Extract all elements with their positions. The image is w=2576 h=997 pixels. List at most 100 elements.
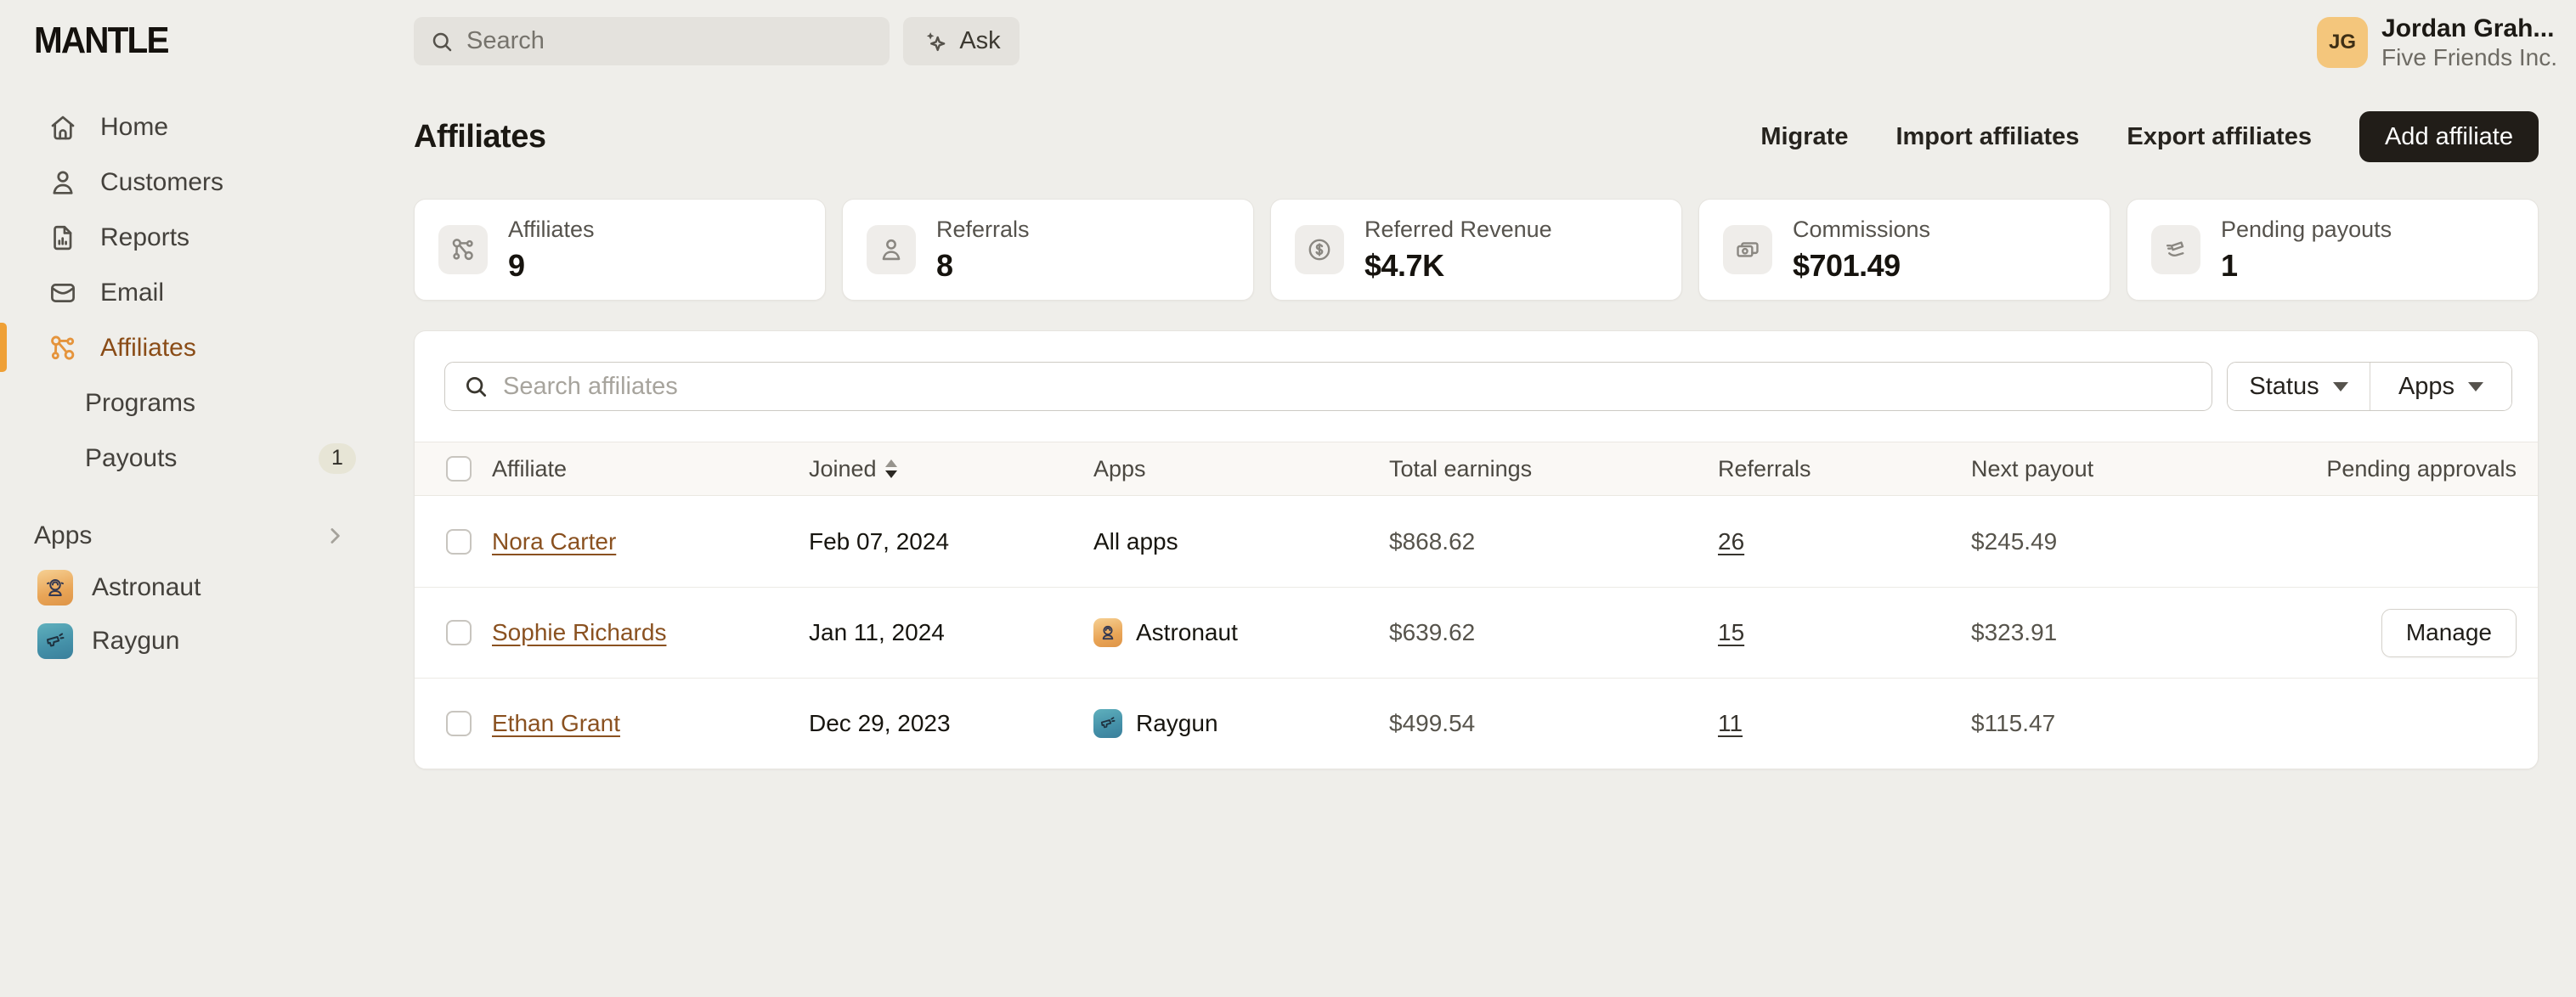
add-affiliate-button[interactable]: Add affiliate xyxy=(2359,111,2539,162)
mail-icon xyxy=(48,278,78,308)
mantle-logo: MANTLE xyxy=(34,20,168,62)
manage-button[interactable]: Manage xyxy=(2381,609,2517,657)
affiliate-name-link[interactable]: Ethan Grant xyxy=(492,710,620,737)
next-payout-cell: $245.49 xyxy=(1971,528,2226,555)
chevron-right-icon xyxy=(322,523,347,549)
column-header-next-payout[interactable]: Next payout xyxy=(1971,456,2226,482)
apps-cell: All apps xyxy=(1093,528,1389,555)
column-header-referrals[interactable]: Referrals xyxy=(1718,456,1971,482)
referrals-link[interactable]: 15 xyxy=(1718,619,1744,646)
home-icon xyxy=(48,112,78,143)
user-menu[interactable]: JG Jordan Grah... Five Friends Inc. xyxy=(2317,14,2557,71)
joined-date: Dec 29, 2023 xyxy=(809,710,1093,737)
column-header-joined[interactable]: Joined xyxy=(809,456,1093,482)
page-title: Affiliates xyxy=(414,119,545,155)
stat-card-pending-payouts: Pending payouts 1 xyxy=(2127,199,2539,301)
column-header-total-earnings[interactable]: Total earnings xyxy=(1389,456,1718,482)
sidebar-item-payouts[interactable]: Payouts 1 xyxy=(0,431,414,486)
main-content: Affiliates Migrate Import affiliates Exp… xyxy=(414,82,2576,769)
sidebar-item-home[interactable]: Home xyxy=(0,99,414,155)
search-icon xyxy=(429,29,455,54)
table-row: Ethan Grant Dec 29, 2023 Raygun $499.54 … xyxy=(415,678,2538,769)
table-row: Sophie Richards Jan 11, 2024 Astronaut $… xyxy=(415,587,2538,678)
stat-value: 1 xyxy=(2221,248,2392,284)
stat-card-referrals: Referrals 8 xyxy=(842,199,1254,301)
user-name: Jordan Grah... xyxy=(2381,14,2557,44)
chevron-down-icon xyxy=(2333,382,2348,391)
ask-button[interactable]: Ask xyxy=(903,17,1020,65)
sidebar-apps-header[interactable]: Apps xyxy=(0,511,414,560)
topbar: MANTLE Ask JG Jordan Grah... Five xyxy=(0,0,2576,82)
total-earnings-cell: $639.62 xyxy=(1389,619,1718,646)
stat-label: Pending payouts xyxy=(2221,217,2392,243)
sidebar-app-raygun[interactable]: Raygun xyxy=(0,614,414,667)
affiliate-name-link[interactable]: Sophie Richards xyxy=(492,619,666,646)
status-filter-dropdown[interactable]: Status xyxy=(2228,363,2370,410)
sidebar-item-label: Reports xyxy=(100,223,189,252)
sidebar-item-label: Customers xyxy=(100,168,223,197)
column-header-apps[interactable]: Apps xyxy=(1093,456,1389,482)
column-header-pending-approvals[interactable]: Pending approvals xyxy=(2226,456,2517,482)
global-search[interactable] xyxy=(414,17,890,65)
sort-icon xyxy=(885,459,897,478)
affiliates-network-icon xyxy=(438,225,488,274)
referrals-link[interactable]: 11 xyxy=(1718,710,1743,737)
select-all-checkbox[interactable] xyxy=(446,456,472,482)
stat-value: 9 xyxy=(508,248,595,284)
stat-value: $4.7K xyxy=(1364,248,1552,284)
sidebar-item-label: Email xyxy=(100,279,164,307)
sidebar-item-customers[interactable]: Customers xyxy=(0,155,414,210)
sidebar-item-reports[interactable]: Reports xyxy=(0,210,414,265)
sparkle-icon xyxy=(922,28,949,55)
global-search-input[interactable] xyxy=(466,27,874,55)
migrate-button[interactable]: Migrate xyxy=(1760,123,1848,151)
next-payout-cell: $115.47 xyxy=(1971,710,2226,737)
total-earnings-cell: $868.62 xyxy=(1389,528,1718,555)
row-checkbox[interactable] xyxy=(446,711,472,736)
apps-filter-dropdown[interactable]: Apps xyxy=(2370,363,2511,410)
astronaut-app-icon xyxy=(1093,618,1122,647)
table-header-row: Affiliate Joined Apps Total earnings Ref… xyxy=(415,442,2538,496)
astronaut-app-icon xyxy=(37,570,73,606)
total-earnings-cell: $499.54 xyxy=(1389,710,1718,737)
app-label: Raygun xyxy=(92,627,179,656)
stat-label: Commissions xyxy=(1793,217,1930,243)
stat-card-commissions: Commissions $701.49 xyxy=(1698,199,2110,301)
sidebar-item-programs[interactable]: Programs xyxy=(0,375,414,431)
affiliates-page: MANTLE Ask JG Jordan Grah... Five xyxy=(0,0,2576,997)
stat-value: 8 xyxy=(936,248,1030,284)
stat-label: Referrals xyxy=(936,217,1030,243)
stat-label: Affiliates xyxy=(508,217,595,243)
row-checkbox[interactable] xyxy=(446,620,472,645)
affiliate-search[interactable] xyxy=(444,362,2212,411)
sidebar-app-astronaut[interactable]: Astronaut xyxy=(0,560,414,614)
sidebar-item-affiliates[interactable]: Affiliates xyxy=(0,320,414,375)
apps-header-label: Apps xyxy=(34,521,92,550)
status-filter-label: Status xyxy=(2249,373,2319,401)
chevron-down-icon xyxy=(2468,382,2483,391)
import-affiliates-button[interactable]: Import affiliates xyxy=(1895,123,2079,151)
stat-value: $701.49 xyxy=(1793,248,1930,284)
apps-filter-label: Apps xyxy=(2398,373,2455,401)
dollar-circle-icon xyxy=(1295,225,1344,274)
filter-group: Status Apps xyxy=(2227,362,2512,411)
affiliate-name-link[interactable]: Nora Carter xyxy=(492,528,616,555)
user-company: Five Friends Inc. xyxy=(2381,44,2557,71)
table-row: Nora Carter Feb 07, 2024 All apps $868.6… xyxy=(415,496,2538,587)
affiliate-search-input[interactable] xyxy=(503,373,2195,401)
person-icon xyxy=(48,167,78,198)
export-affiliates-button[interactable]: Export affiliates xyxy=(2127,123,2312,151)
row-checkbox[interactable] xyxy=(446,529,472,555)
referrals-link[interactable]: 26 xyxy=(1718,528,1744,555)
stat-card-affiliates: Affiliates 9 xyxy=(414,199,826,301)
app-name: Astronaut xyxy=(1136,619,1238,646)
page-header: Affiliates Migrate Import affiliates Exp… xyxy=(414,110,2539,163)
sidebar-item-label: Payouts xyxy=(85,444,177,473)
hand-payout-icon xyxy=(2151,225,2200,274)
person-icon xyxy=(867,225,916,274)
affiliates-network-icon xyxy=(48,333,78,363)
sidebar-item-email[interactable]: Email xyxy=(0,265,414,320)
affiliates-table-panel: Status Apps Affiliate Joined xyxy=(414,330,2539,769)
column-header-affiliate[interactable]: Affiliate xyxy=(492,456,809,482)
search-icon xyxy=(462,373,489,400)
